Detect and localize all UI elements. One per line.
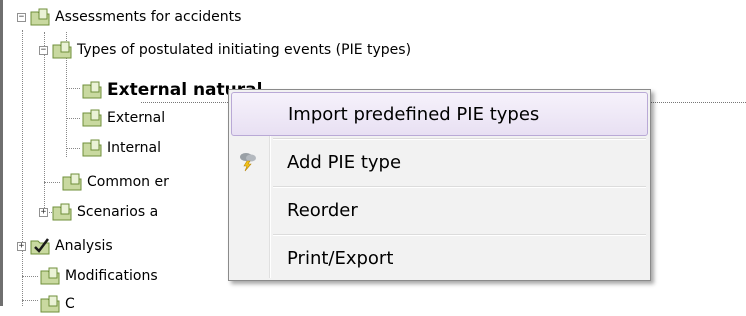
folder-book-icon [82, 109, 102, 127]
tree-item-modifications[interactable]: Modifications [40, 264, 158, 288]
menu-item-label: Import predefined PIE types [288, 103, 540, 125]
tree-item-assessments[interactable]: − Assessments for accidents [17, 5, 241, 29]
tree-connector [66, 88, 80, 89]
menu-item-add-pie-type[interactable]: Add PIE type [231, 140, 648, 184]
tree-item-label: Scenarios a [77, 204, 159, 220]
menu-item-label: Print/Export [287, 247, 394, 269]
folder-book-icon [62, 173, 82, 191]
menu-item-print-export[interactable]: Print/Export [231, 236, 648, 280]
tree-item-pie-types[interactable]: − Types of postulated initiating events … [39, 38, 411, 62]
menu-item-import-predefined-pie-types[interactable]: Import predefined PIE types [231, 92, 648, 136]
tree-item-label: Internal [107, 140, 161, 156]
tree-connector [22, 300, 38, 301]
storm-cloud-icon [240, 153, 256, 172]
folder-book-icon [82, 81, 102, 99]
expand-toggle[interactable]: + [39, 207, 48, 217]
folder-book-icon [40, 267, 60, 285]
tree-item-label: Types of postulated initiating events (P… [77, 42, 412, 58]
tree-connector [22, 276, 38, 277]
folder-book-icon [52, 41, 72, 59]
folder-book-icon [30, 8, 50, 26]
left-border [0, 0, 3, 306]
folder-book-icon [52, 203, 72, 221]
tree-item-label: Modifications [65, 268, 158, 284]
tree-item-common-errors[interactable]: Common er [62, 170, 169, 194]
folder-book-icon [82, 139, 102, 157]
tree-item-label: External [107, 110, 166, 126]
tree-item-scenarios[interactable]: + Scenarios a [39, 200, 158, 224]
tree-connector [66, 118, 80, 119]
tree-item-label: C [65, 296, 75, 312]
menu-item-label: Add PIE type [287, 151, 402, 173]
collapse-toggle[interactable]: − [17, 12, 26, 22]
tree-item-internal[interactable]: Internal [82, 136, 161, 160]
collapse-toggle[interactable]: − [39, 45, 48, 55]
tree-item-label: Common er [87, 174, 169, 190]
tree-item-label: Analysis [55, 238, 113, 254]
tree-connector [22, 30, 23, 306]
tree-item-analysis[interactable]: + Analysis [17, 234, 113, 258]
menu-item-reorder[interactable]: Reorder [231, 188, 648, 232]
tree-item-partial[interactable]: C [40, 292, 75, 316]
expand-toggle[interactable]: + [17, 241, 26, 251]
tree-item-external[interactable]: External [82, 106, 165, 130]
context-menu: Import predefined PIE types Add PIE type… [228, 89, 651, 281]
folder-book-icon [40, 295, 60, 313]
tree-item-label: Assessments for accidents [55, 9, 242, 25]
tree-connector [44, 182, 60, 183]
menu-item-label: Reorder [287, 199, 358, 221]
folder-check-icon [30, 238, 50, 255]
tree-connector [66, 148, 80, 149]
